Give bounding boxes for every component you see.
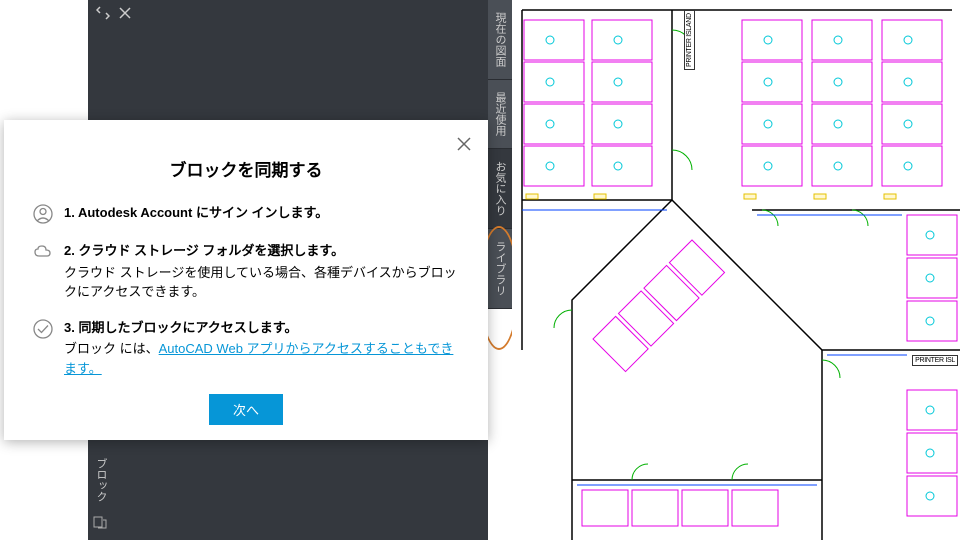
printer-island-label-1: PRINTER ISLAND xyxy=(684,10,695,70)
step-1: 1. Autodesk Account にサイン インします。 xyxy=(32,203,460,225)
step-3-title: 3. 同期したブロックにアクセスします。 xyxy=(64,318,460,338)
tab-recent[interactable]: 最近使用 xyxy=(488,80,512,149)
step-2-description: クラウド ストレージを使用している場合、各種デバイスからブロックにアクセスできま… xyxy=(64,263,460,302)
check-circle-icon xyxy=(32,318,54,340)
palette-options-icon[interactable] xyxy=(88,510,112,534)
step-3-description: ブロック には、AutoCAD Web アプリからアクセスすることもできます。 xyxy=(64,339,460,378)
printer-island-label-2: PRINTER ISL xyxy=(912,355,958,366)
cad-drawing-canvas[interactable]: PRINTER ISLAND PRINTER ISL xyxy=(512,0,960,540)
step-2-title: 2. クラウド ストレージ フォルダを選択します。 xyxy=(64,241,460,261)
tab-favorites[interactable]: お気に入り xyxy=(488,149,512,229)
close-x-icon[interactable] xyxy=(116,4,134,22)
next-button[interactable]: 次へ xyxy=(209,394,283,425)
user-icon xyxy=(32,203,54,225)
step-1-title: 1. Autodesk Account にサイン インします。 xyxy=(64,203,328,223)
step-2: 2. クラウド ストレージ フォルダを選択します。 クラウド ストレージを使用し… xyxy=(32,241,460,302)
tab-library[interactable]: ライブラリ xyxy=(488,229,512,309)
palette-side-tabs: 現在の図面 最近使用 お気に入り ライブラリ xyxy=(488,0,512,452)
sync-blocks-dialog: ブロックを同期する 1. Autodesk Account にサイン インします… xyxy=(4,120,488,440)
floorplan-svg xyxy=(512,0,960,540)
close-button[interactable] xyxy=(452,132,476,156)
palette-title-vertical: ブロック xyxy=(88,450,112,510)
collapse-arrows-icon[interactable] xyxy=(94,4,112,22)
step-3: 3. 同期したブロックにアクセスします。 ブロック には、AutoCAD Web… xyxy=(32,318,460,379)
palette-header xyxy=(88,0,488,30)
dialog-title: ブロックを同期する xyxy=(32,156,460,181)
tab-current-drawing[interactable]: 現在の図面 xyxy=(488,0,512,80)
cloud-icon xyxy=(32,241,54,263)
